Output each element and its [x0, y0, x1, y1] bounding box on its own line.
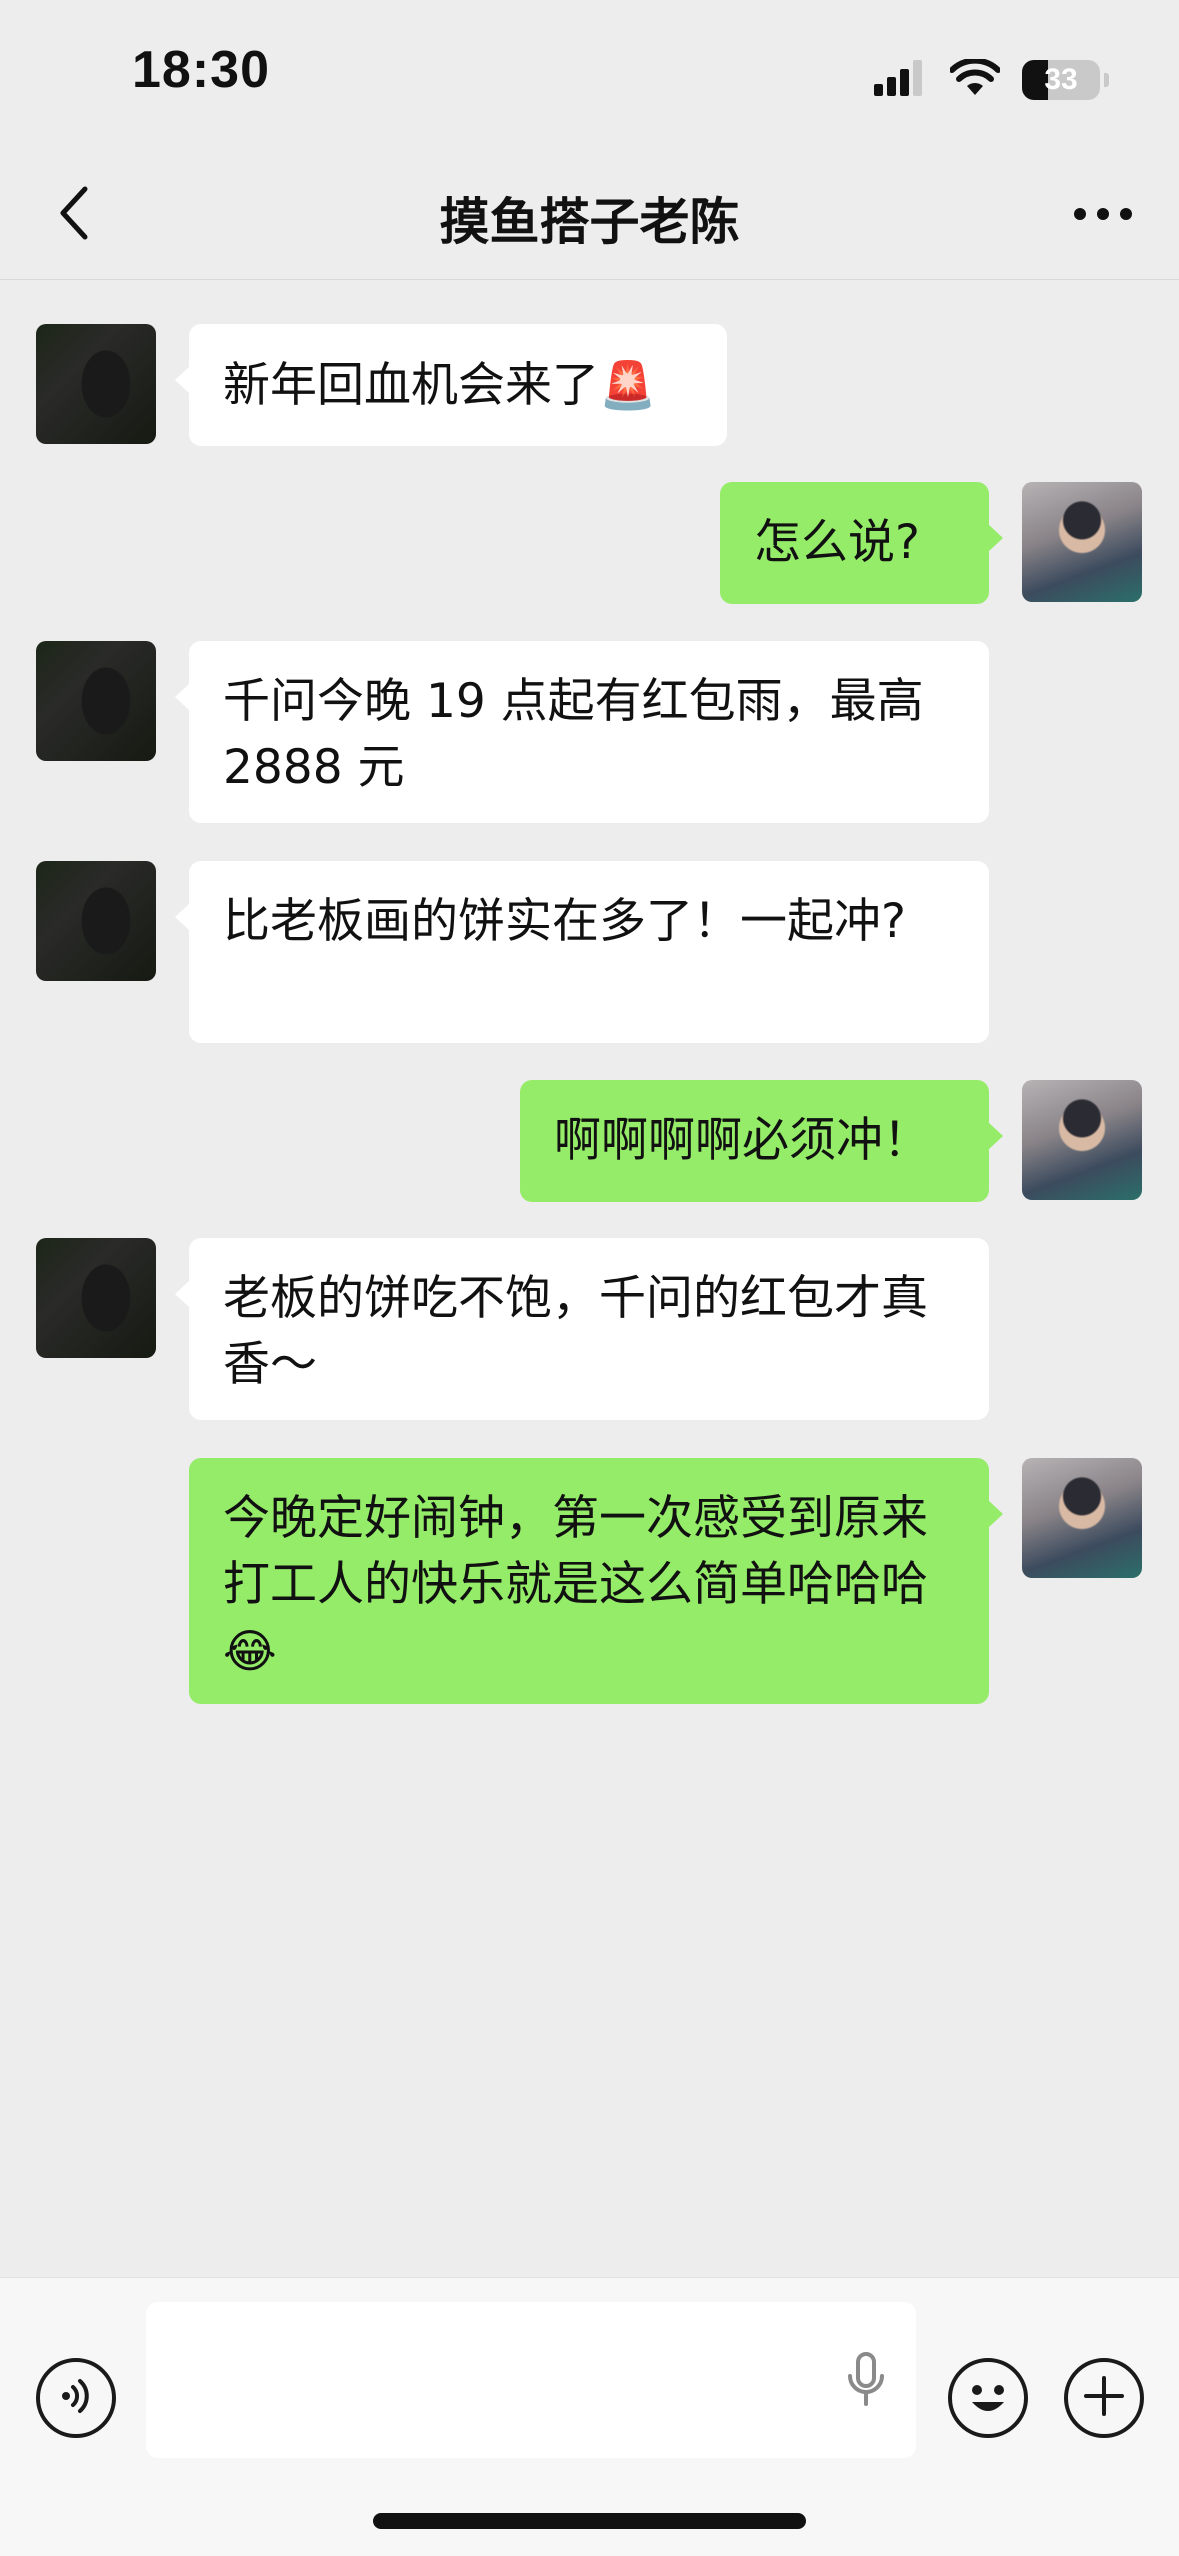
status-time: 18:30	[132, 41, 270, 99]
wifi-icon	[949, 57, 1001, 101]
message-text: 今晚定好闹钟，第一次感受到原来打工人的快乐就是这么简单哈哈哈	[223, 1491, 928, 1612]
voice-input-button[interactable]	[36, 2358, 116, 2438]
my-avatar[interactable]	[1022, 482, 1142, 602]
message-text: 新年回血机会来了	[223, 358, 599, 413]
message-bubble-outgoing[interactable]: 今晚定好闹钟，第一次感受到原来打工人的快乐就是这么简单哈哈哈 😂	[189, 1458, 1003, 1704]
message-text: 老板的饼吃不饱，千问的红包才真香～	[223, 1271, 928, 1392]
status-icons: 33	[874, 57, 1109, 102]
message-text: 比老板画的饼实在多了！一起冲?	[223, 894, 906, 949]
message-text: 怎么说?	[754, 515, 920, 570]
microphone-icon[interactable]	[836, 2350, 896, 2410]
my-avatar[interactable]	[1022, 1458, 1142, 1578]
status-bar: 18:30 33	[0, 0, 1179, 150]
message-bubble-incoming[interactable]: 新年回血机会来了🚨	[175, 324, 727, 446]
contact-avatar[interactable]	[36, 861, 156, 981]
battery-level-text: 33	[1044, 63, 1078, 96]
message-list[interactable]: 新年回血机会来了🚨 怎么说? 千问今晚 19 点起有红包雨，最高 2888 元 …	[0, 281, 1179, 2277]
laughing-tears-emoji-icon: 😂	[223, 1624, 277, 1678]
contact-avatar[interactable]	[36, 641, 156, 761]
message-input[interactable]	[146, 2302, 916, 2458]
contact-avatar[interactable]	[36, 1238, 156, 1358]
more-functions-button[interactable]	[1064, 2358, 1144, 2438]
contact-avatar[interactable]	[36, 324, 156, 444]
ellipsis-icon	[1073, 206, 1133, 225]
siren-emoji-icon: 🚨	[599, 358, 657, 412]
message-bubble-outgoing[interactable]: 怎么说?	[720, 482, 1003, 604]
home-indicator[interactable]	[373, 2513, 806, 2529]
message-bubble-outgoing[interactable]: 啊啊啊啊必须冲！	[520, 1080, 1003, 1202]
more-options-button[interactable]	[1063, 180, 1143, 250]
cellular-signal-icon	[874, 60, 928, 100]
my-avatar[interactable]	[1022, 1080, 1142, 1200]
message-text: 千问今晚 19 点起有红包雨，最高 2888 元	[223, 674, 924, 795]
chat-title: 摸鱼搭子老陈	[439, 193, 740, 251]
message-bubble-incoming[interactable]: 比老板画的饼实在多了！一起冲?	[175, 861, 989, 1043]
message-bubble-incoming[interactable]: 老板的饼吃不饱，千问的红包才真香～	[175, 1238, 989, 1420]
back-button[interactable]	[40, 180, 110, 250]
message-bubble-incoming[interactable]: 千问今晚 19 点起有红包雨，最高 2888 元	[175, 641, 989, 823]
plus-icon	[1082, 2374, 1126, 2422]
voice-icon	[56, 2376, 96, 2420]
nav-bar: 摸鱼搭子老陈	[0, 150, 1179, 280]
message-text: 啊啊啊啊必须冲！	[554, 1113, 930, 1168]
emoji-button[interactable]	[948, 2358, 1028, 2438]
chevron-left-icon	[55, 185, 95, 245]
battery-icon: 33	[1022, 60, 1100, 100]
battery-tip	[1104, 73, 1109, 87]
